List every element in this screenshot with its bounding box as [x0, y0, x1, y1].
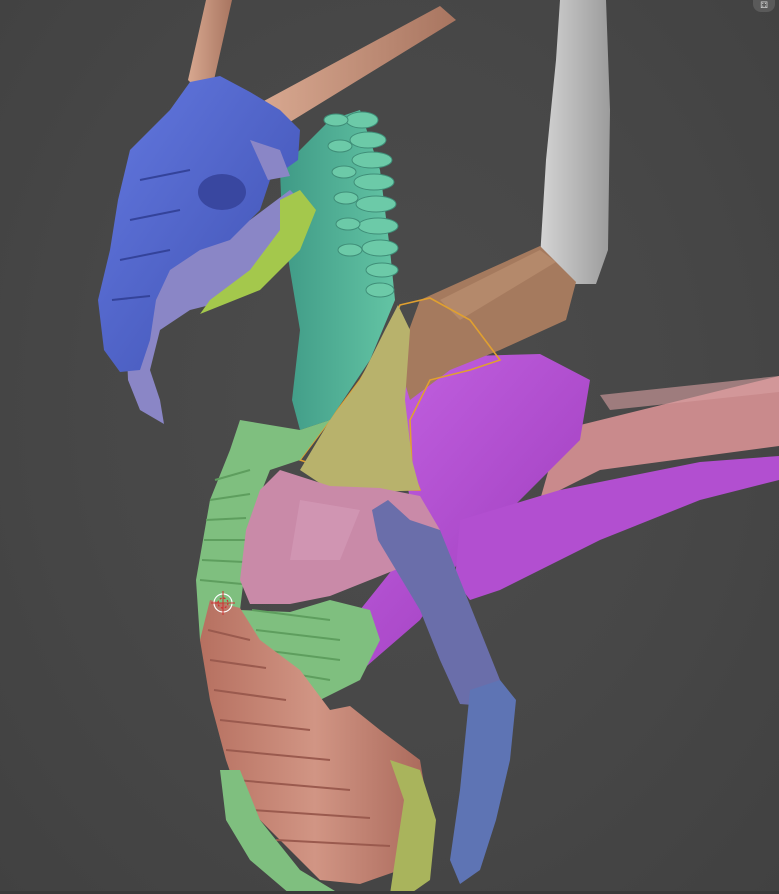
3d-viewport[interactable]: ⚃	[0, 0, 779, 894]
eye-socket	[198, 174, 246, 210]
forearm	[450, 680, 516, 884]
wing-tip-bone	[540, 0, 610, 284]
sculpt-canvas[interactable]	[0, 0, 779, 894]
floor-grid-icon[interactable]: ⚃	[753, 0, 775, 12]
horn-front	[262, 6, 456, 124]
